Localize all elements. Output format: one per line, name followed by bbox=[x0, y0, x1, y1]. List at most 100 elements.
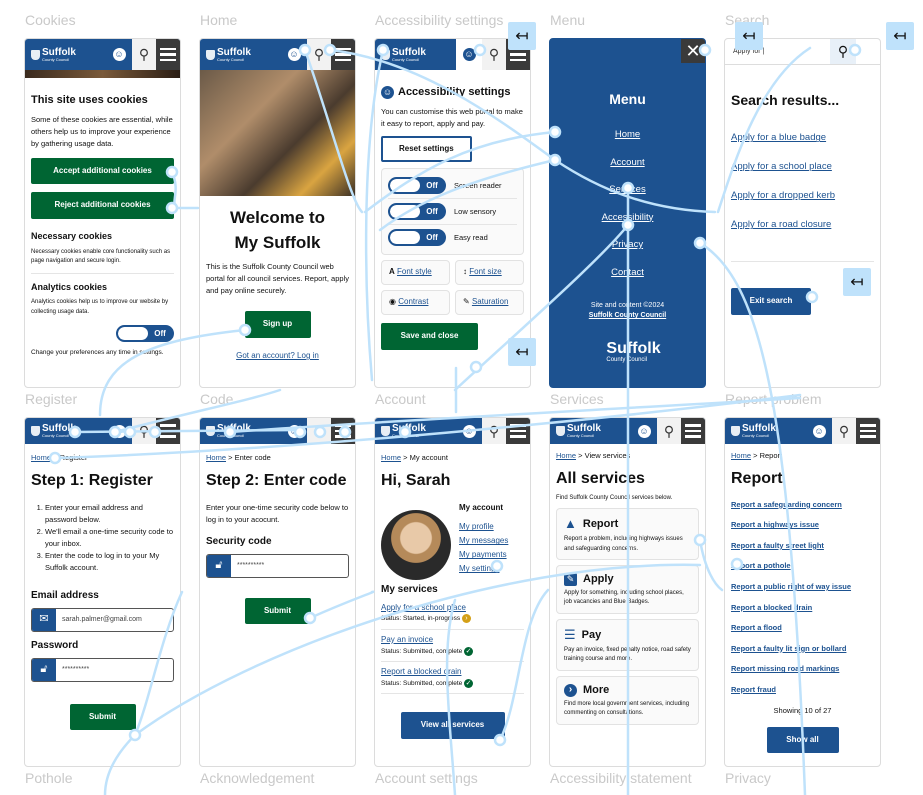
menu-button[interactable] bbox=[156, 39, 180, 70]
search-button[interactable]: ⚲ bbox=[482, 39, 506, 70]
menu-button[interactable] bbox=[506, 418, 530, 444]
reset-settings-button[interactable]: Reset settings bbox=[381, 135, 472, 163]
suffolk-logo[interactable]: Suffolk County Council bbox=[200, 39, 281, 70]
accessibility-button[interactable]: ☺ bbox=[806, 418, 832, 444]
menu-item-contact[interactable]: Contact bbox=[611, 267, 644, 278]
report-link[interactable]: Report a faulty lit sign or bollard bbox=[731, 644, 846, 653]
report-link[interactable]: Report fraud bbox=[731, 685, 776, 694]
search-button[interactable]: ⚲ bbox=[307, 39, 331, 70]
accessibility-button[interactable]: ☺ bbox=[281, 39, 307, 70]
accessibility-button[interactable]: ☺ bbox=[281, 418, 307, 444]
login-link[interactable]: Got an account? Log in bbox=[236, 351, 319, 360]
easy-read-toggle[interactable]: Off bbox=[388, 229, 446, 247]
frame-cookies: Suffolk County Council ☺ ⚲ This site uses… bbox=[24, 38, 181, 388]
search-button[interactable]: ⚲ bbox=[832, 418, 856, 444]
menu-button[interactable] bbox=[681, 418, 705, 444]
low-sensory-toggle[interactable]: Off bbox=[388, 203, 446, 221]
my-messages-link[interactable]: My messages bbox=[459, 536, 508, 545]
suffolk-logo[interactable]: Suffolk County Council bbox=[200, 418, 281, 444]
menu-button[interactable] bbox=[331, 39, 355, 70]
sign-up-button[interactable]: Sign up bbox=[244, 311, 311, 339]
suffolk-logo[interactable]: Suffolk County Council bbox=[25, 418, 106, 444]
close-menu-button[interactable]: ✕ bbox=[681, 39, 705, 63]
reject-cookies-button[interactable]: Reject additional cookies bbox=[31, 192, 174, 220]
breadcrumb-home[interactable]: Home bbox=[556, 451, 576, 460]
font-style-option[interactable]: A Font style bbox=[381, 260, 450, 286]
service-card-report[interactable]: ▲ Report Report a problem, including high… bbox=[556, 508, 699, 561]
contrast-option[interactable]: ◉ Contrast bbox=[381, 290, 450, 315]
service-card-pay[interactable]: ☰ Pay Pay an invoice, fixed penalty notic… bbox=[556, 618, 699, 671]
my-settings-link[interactable]: My settings bbox=[459, 564, 499, 573]
suffolk-logo[interactable]: Suffolk County Council bbox=[550, 418, 631, 444]
suffolk-logo[interactable]: Suffolk County Council bbox=[25, 39, 106, 70]
menu-item-privacy[interactable]: Privacy bbox=[612, 239, 643, 250]
my-profile-link[interactable]: My profile bbox=[459, 522, 494, 531]
report-link[interactable]: Report a safeguarding concern bbox=[731, 500, 842, 509]
report-link[interactable]: Report a public right of way issue bbox=[731, 582, 851, 591]
breadcrumb-home[interactable]: Home bbox=[206, 453, 226, 462]
menu-item-home[interactable]: Home bbox=[615, 129, 640, 140]
accessibility-button[interactable]: ☺ bbox=[631, 418, 657, 444]
search-button[interactable]: ⚲ bbox=[482, 418, 506, 444]
menu-button[interactable] bbox=[856, 418, 880, 444]
search-button[interactable]: ⚲ bbox=[132, 39, 156, 70]
screen-reader-toggle[interactable]: Off bbox=[388, 177, 446, 195]
breadcrumb-home[interactable]: Home bbox=[31, 453, 51, 462]
saturation-option[interactable]: ✎ Saturation bbox=[455, 290, 524, 315]
toggle-row: Off Screen reader bbox=[388, 173, 517, 200]
breadcrumb-home[interactable]: Home bbox=[381, 453, 401, 462]
menu-item-services[interactable]: Services bbox=[609, 184, 645, 195]
service-link[interactable]: Report a blocked drain bbox=[381, 667, 462, 676]
hamburger-icon bbox=[335, 47, 351, 51]
accept-cookies-button[interactable]: Accept additional cookies bbox=[31, 157, 174, 185]
menu-item-accessibility[interactable]: Accessibility bbox=[602, 212, 654, 223]
report-link[interactable]: Report a blocked drain bbox=[731, 603, 812, 612]
page-title: Step 2: Enter code bbox=[206, 472, 347, 489]
save-close-button[interactable]: Save and close bbox=[381, 322, 478, 350]
report-link[interactable]: Report a highways issue bbox=[731, 520, 819, 529]
accessibility-button[interactable]: ☺ bbox=[456, 418, 482, 444]
submit-button[interactable]: Submit bbox=[69, 703, 136, 731]
email-field[interactable]: ✉ sarah.palmer@gmail.com bbox=[31, 607, 174, 632]
analytics-toggle[interactable]: Off bbox=[116, 325, 174, 343]
cookies-footer: Change your preferences any time in sett… bbox=[31, 349, 164, 357]
search-button[interactable]: ⚲ bbox=[830, 39, 856, 64]
submit-button[interactable]: Submit bbox=[244, 597, 311, 625]
search-button[interactable]: ⚲ bbox=[307, 418, 331, 444]
service-link[interactable]: Apply for a school place bbox=[381, 603, 466, 612]
security-code-field[interactable]: 🔓︎ ********** bbox=[206, 553, 349, 578]
search-button[interactable]: ⚲ bbox=[657, 418, 681, 444]
search-result[interactable]: Apply for a road closure bbox=[731, 219, 831, 230]
view-all-services-button[interactable]: View all services bbox=[400, 712, 505, 739]
accessibility-button[interactable]: ☺ bbox=[106, 418, 132, 444]
council-link[interactable]: Suffolk County Council bbox=[550, 312, 705, 319]
search-result[interactable]: Apply for a dropped kerb bbox=[731, 190, 835, 201]
my-payments-link[interactable]: My payments bbox=[459, 550, 507, 559]
menu-item-account[interactable]: Account bbox=[610, 157, 644, 168]
report-link[interactable]: Report missing road markings bbox=[731, 664, 839, 673]
exit-search-button[interactable]: Exit search bbox=[731, 288, 811, 316]
suffolk-logo[interactable]: Suffolk County Council bbox=[375, 39, 456, 70]
report-link[interactable]: Report a faulty street light bbox=[731, 541, 824, 550]
menu-button[interactable] bbox=[856, 39, 880, 65]
menu-button[interactable] bbox=[156, 418, 180, 444]
search-button[interactable]: ⚲ bbox=[132, 418, 156, 444]
search-result[interactable]: Apply for a school place bbox=[731, 161, 832, 172]
service-card-apply[interactable]: ✎ Apply Apply for something, including sc… bbox=[556, 565, 699, 614]
show-all-button[interactable]: Show all bbox=[766, 726, 839, 754]
suffolk-logo[interactable]: Suffolk County Council bbox=[375, 418, 456, 444]
accessibility-button[interactable]: ☺ bbox=[456, 39, 482, 70]
report-link[interactable]: Report a pothole bbox=[731, 561, 791, 570]
report-link[interactable]: Report a flood bbox=[731, 623, 782, 632]
service-card-more[interactable]: › More Find more local government service… bbox=[556, 675, 699, 725]
frame-label-menu: Menu bbox=[550, 12, 586, 28]
search-result[interactable]: Apply for a blue badge bbox=[731, 132, 826, 143]
font-size-option[interactable]: ↕ Font size bbox=[455, 260, 524, 286]
password-field[interactable]: 🔓︎ ********** bbox=[31, 657, 174, 682]
accessibility-button[interactable]: ☺ bbox=[106, 39, 132, 70]
service-link[interactable]: Pay an invoice bbox=[381, 635, 433, 644]
menu-button[interactable] bbox=[331, 418, 355, 444]
breadcrumb-home[interactable]: Home bbox=[731, 451, 751, 460]
suffolk-logo[interactable]: Suffolk County Council bbox=[725, 418, 806, 444]
frame-label-services: Services bbox=[550, 391, 604, 407]
